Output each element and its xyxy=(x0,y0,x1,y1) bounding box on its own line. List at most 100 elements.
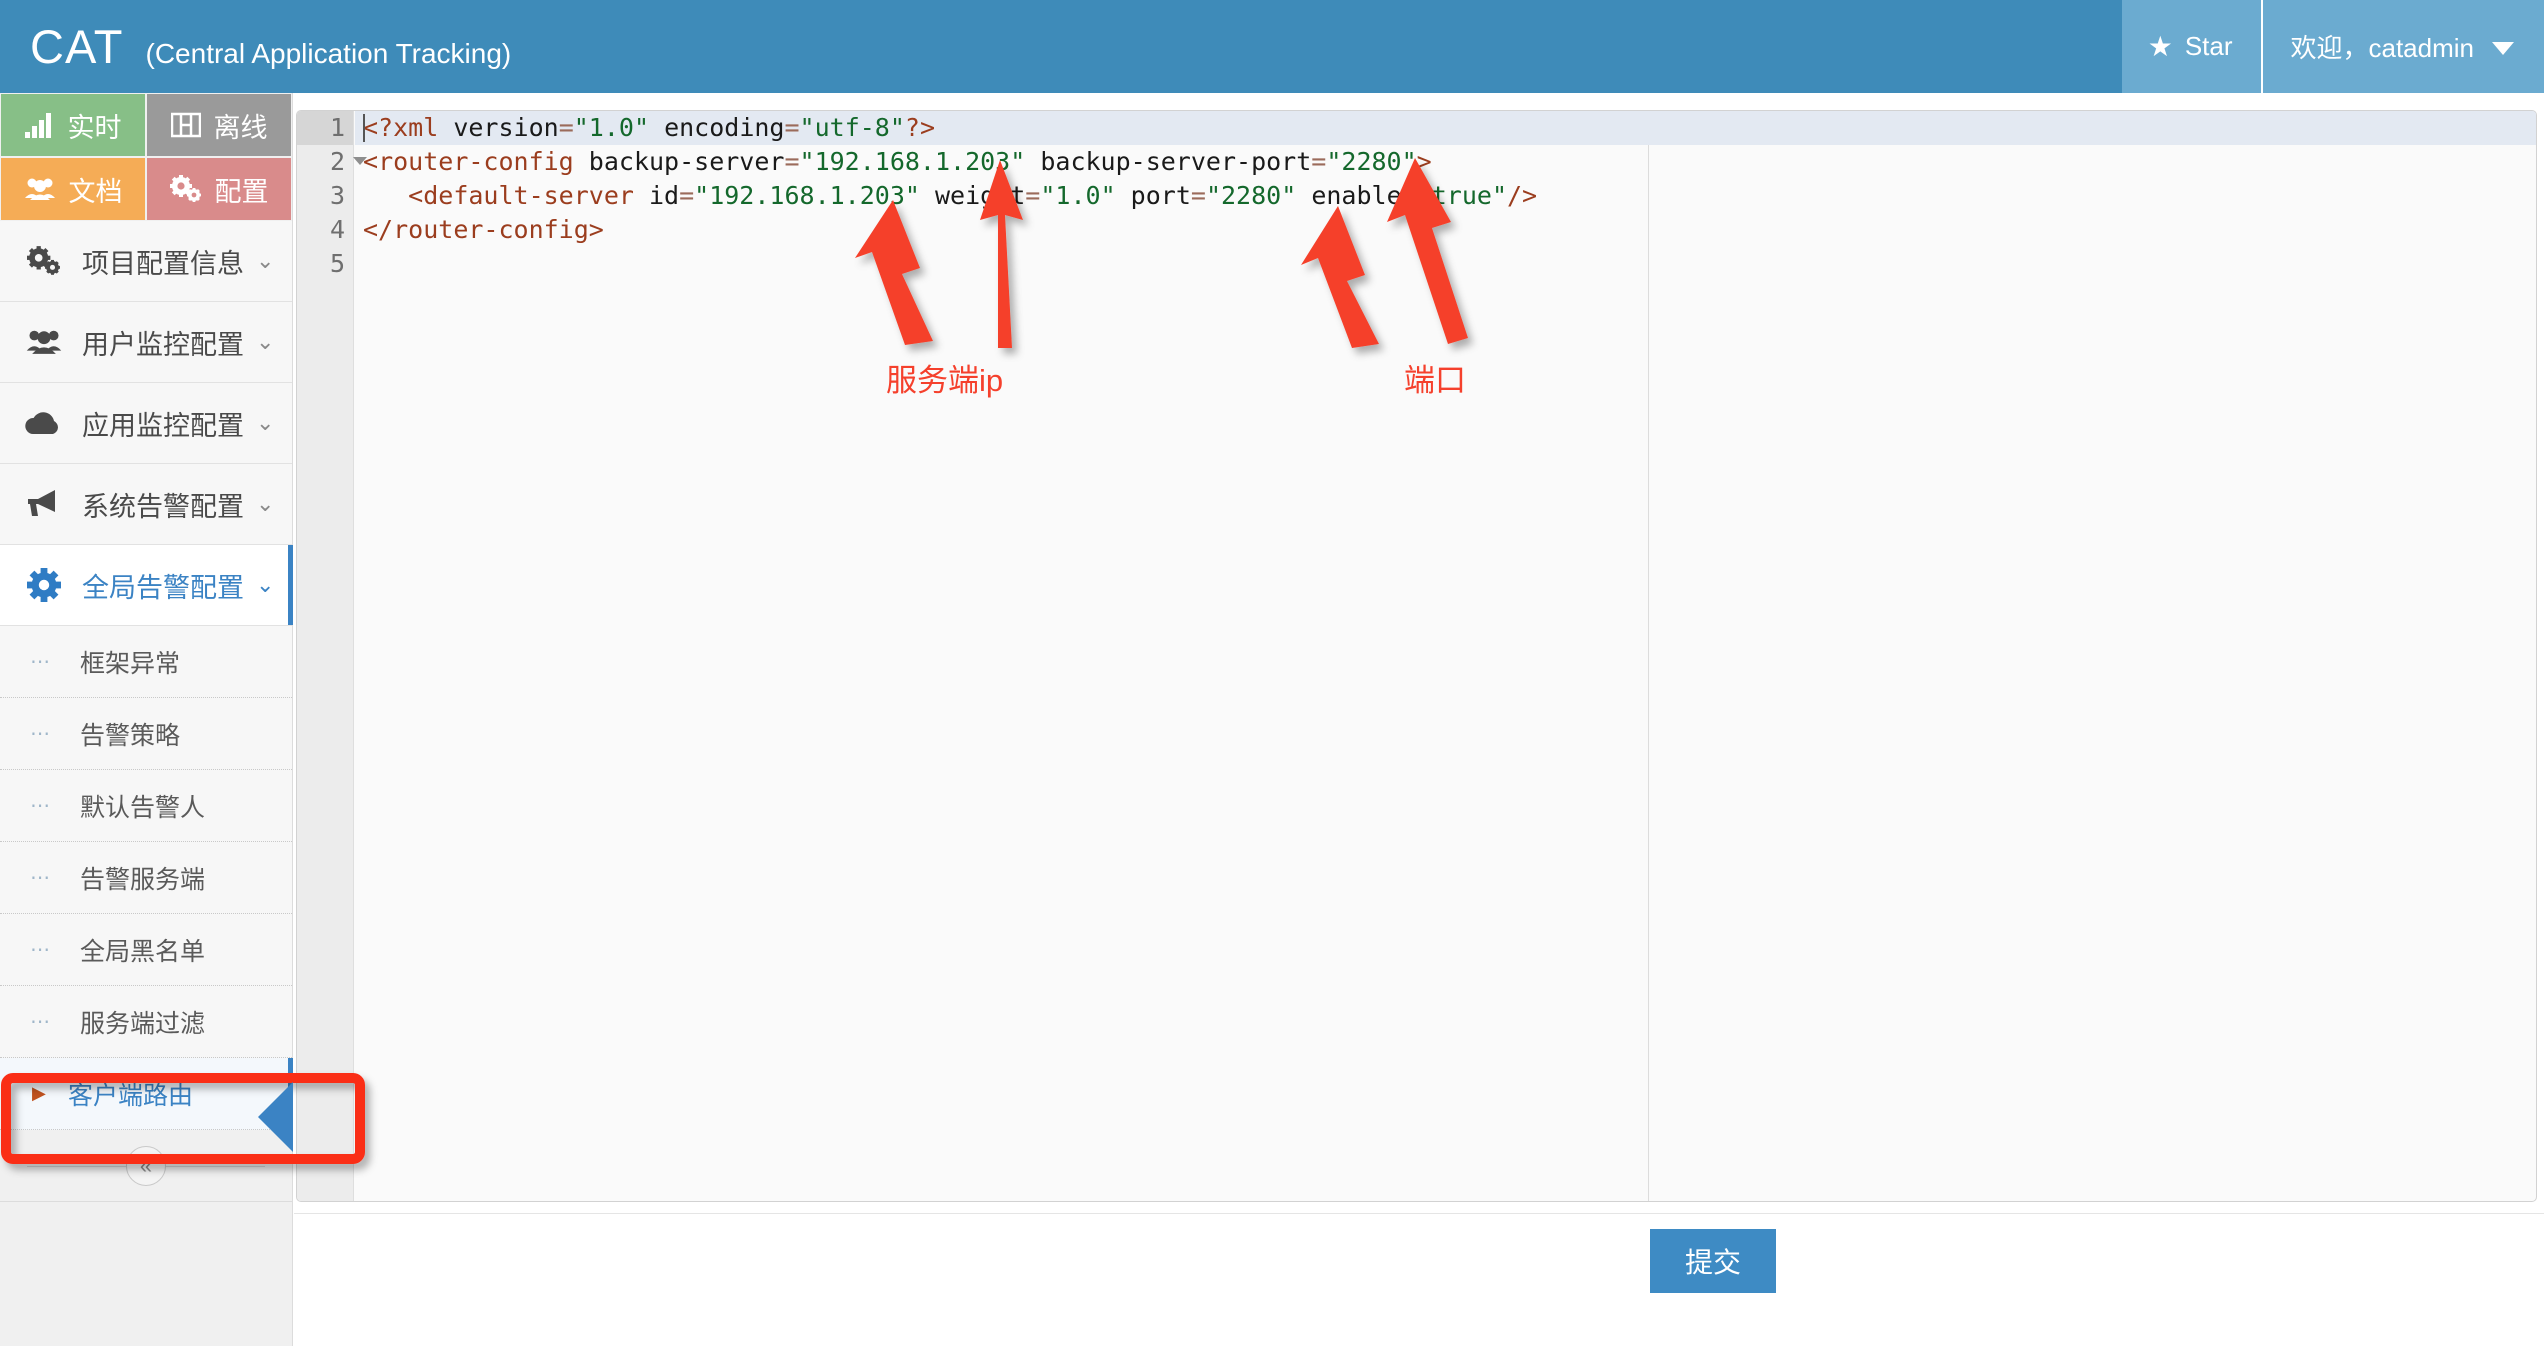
code-line[interactable] xyxy=(363,247,2536,281)
chevron-down-icon xyxy=(2492,42,2514,55)
line-number: 1 xyxy=(297,111,353,145)
code-token-attr: encoding xyxy=(649,113,785,142)
sidebar-group-app-monitor-config[interactable]: 应用监控配置 ⌄ xyxy=(0,383,292,464)
code-token-val: "utf-8" xyxy=(799,113,905,142)
code-token-attr: port xyxy=(1115,181,1191,210)
sidebar-item-label: 框架异常 xyxy=(80,649,181,678)
megaphone-icon xyxy=(22,489,66,519)
line-number: 3 xyxy=(329,181,345,210)
sidebar-item-client-route[interactable]: ▶ 客户端路由 xyxy=(0,1058,293,1130)
code-token-attr: enable xyxy=(1296,181,1402,210)
code-token-eq: = xyxy=(1190,181,1206,210)
code-token-punct: < xyxy=(408,181,424,210)
code-line[interactable]: <router-config backup-server="192.168.1.… xyxy=(363,145,2536,179)
code-token-tag: default-server xyxy=(423,181,634,210)
sidebar-item-label: 告警策略 xyxy=(80,721,181,750)
code-token-attr: backup-server xyxy=(573,147,785,176)
code-token-val: "192.168.1.203" xyxy=(694,181,920,210)
tree-branch-icon: ⋯ xyxy=(30,867,51,889)
star-icon: ★ xyxy=(2147,30,2173,62)
code-token-val: "2280" xyxy=(1326,147,1417,176)
chevron-down-icon: ⌄ xyxy=(256,491,275,516)
sidebar-item-server-filter[interactable]: ⋯ 服务端过滤 xyxy=(0,986,292,1058)
code-token-punct: < xyxy=(363,147,379,176)
sidebar-group-global-alarm-config[interactable]: 全局告警配置 ⌄ xyxy=(0,545,293,626)
quick-nav-config[interactable]: 配置 xyxy=(146,157,292,221)
editor-gutter: 1 2 3 4 5 xyxy=(297,111,367,1201)
sidebar-item-global-blacklist[interactable]: ⋯ 全局黑名单 xyxy=(0,914,292,986)
chevron-down-icon: ⌄ xyxy=(256,572,275,597)
line-number-text: 2 xyxy=(329,147,345,176)
sidebar-group-label: 应用监控配置 xyxy=(82,410,244,441)
chevron-down-icon: ⌄ xyxy=(256,329,275,354)
cloud-icon xyxy=(22,410,66,436)
code-token-val: "2280" xyxy=(1205,181,1297,210)
gear-icon xyxy=(22,568,66,602)
top-header: CAT (Central Application Tracking) ★ Sta… xyxy=(0,0,2544,93)
quick-nav-grid: 实时 离线 文档 配置 xyxy=(0,93,293,221)
sidebar-group-project-config[interactable]: 项目配置信息 ⌄ xyxy=(0,221,292,302)
quick-nav-realtime[interactable]: 实时 xyxy=(0,93,146,157)
tree-branch-icon: ⋯ xyxy=(30,651,51,673)
sidebar-item-framework-exception[interactable]: ⋯ 框架异常 xyxy=(0,626,292,698)
application-root: CAT (Central Application Tracking) ★ Sta… xyxy=(0,0,2544,1346)
code-token-attr: backup-server-port xyxy=(1025,147,1312,176)
sidebar-group-label: 全局告警配置 xyxy=(82,572,244,603)
tree-branch-icon: ⋯ xyxy=(30,1011,51,1033)
quick-nav-offline-label: 离线 xyxy=(213,112,268,143)
code-token-punct: ?> xyxy=(904,113,936,142)
code-token-attr: version xyxy=(438,113,559,142)
code-token-punct: <? xyxy=(363,113,394,142)
code-token-eq: = xyxy=(784,147,800,176)
star-label: Star xyxy=(2184,31,2233,61)
sidebar-item-label: 全局黑名单 xyxy=(80,937,206,966)
annotation-label-port: 端口 xyxy=(1404,363,1466,398)
header-spacer xyxy=(511,0,2121,93)
quick-nav-config-label: 配置 xyxy=(214,176,269,207)
line-number: 4 xyxy=(329,215,345,244)
code-token-eq: = xyxy=(679,181,695,210)
code-line[interactable]: </router-config> xyxy=(363,213,2536,247)
sidebar-item-alarm-policy[interactable]: ⋯ 告警策略 xyxy=(0,698,292,770)
triangle-right-icon: ▶ xyxy=(32,1083,46,1103)
code-token-punct: /> xyxy=(1507,181,1538,210)
user-menu[interactable]: 欢迎，catadmin xyxy=(2262,0,2544,93)
quick-nav-offline[interactable]: 离线 xyxy=(146,93,292,157)
code-token-val: "1.0" xyxy=(573,113,650,142)
sidebar-item-label: 默认告警人 xyxy=(80,793,206,822)
sidebar-item-label: 客户端路由 xyxy=(68,1081,194,1110)
code-token-eq: = xyxy=(1311,147,1327,176)
quick-nav-docs[interactable]: 文档 xyxy=(0,157,146,221)
bar-chart-icon xyxy=(24,112,55,138)
sidebar-item-default-alarm-receiver[interactable]: ⋯ 默认告警人 xyxy=(0,770,292,842)
code-token-val: "192.168.1.203" xyxy=(799,147,1026,176)
quick-nav-realtime-label: 实时 xyxy=(67,112,122,143)
chevron-down-icon: ⌄ xyxy=(256,410,275,435)
code-token-val: "true" xyxy=(1416,181,1507,210)
sidebar-submenu: ⋯ 框架异常 ⋯ 告警策略 ⋯ 默认告警人 ⋯ 告警服务端 ⋯ 全局黑名单 ⋯ … xyxy=(0,626,293,1130)
code-token-punct: > xyxy=(588,215,604,244)
table-icon xyxy=(170,112,201,138)
code-line[interactable]: <default-server id="192.168.1.203" weigh… xyxy=(363,179,2536,213)
line-number: 2 xyxy=(297,145,367,179)
star-button[interactable]: ★ Star xyxy=(2121,0,2263,93)
xml-editor[interactable]: 1 2 3 4 5 <?xml version="1.0" encoding="… xyxy=(296,110,2537,1202)
code-line[interactable]: <?xml version="1.0" encoding="utf-8"?> xyxy=(363,111,2536,145)
sidebar-group-user-monitor-config[interactable]: 用户监控配置 ⌄ xyxy=(0,302,292,383)
sidebar-collapse-row: « xyxy=(0,1130,292,1202)
code-token-attr xyxy=(363,181,408,210)
code-token-eq: = xyxy=(1025,181,1041,210)
submit-button[interactable]: 提交 xyxy=(1650,1229,1776,1293)
line-number: 5 xyxy=(329,249,345,278)
code-token-eq: = xyxy=(784,113,800,142)
code-token-eq: = xyxy=(558,113,574,142)
double-chevron-left-icon[interactable]: « xyxy=(126,1145,166,1186)
sidebar-item-alarm-server[interactable]: ⋯ 告警服务端 xyxy=(0,842,292,914)
code-token-punct: </ xyxy=(363,215,394,244)
brand-subtitle: (Central Application Tracking) xyxy=(145,38,512,69)
code-token-val: "1.0" xyxy=(1040,181,1116,210)
editor-code-area[interactable]: <?xml version="1.0" encoding="utf-8"?> <r… xyxy=(355,111,2536,1201)
brand[interactable]: CAT (Central Application Tracking) xyxy=(0,0,511,93)
sidebar-group-system-alarm-config[interactable]: 系统告警配置 ⌄ xyxy=(0,464,292,545)
code-token-attr: weight xyxy=(919,181,1026,210)
